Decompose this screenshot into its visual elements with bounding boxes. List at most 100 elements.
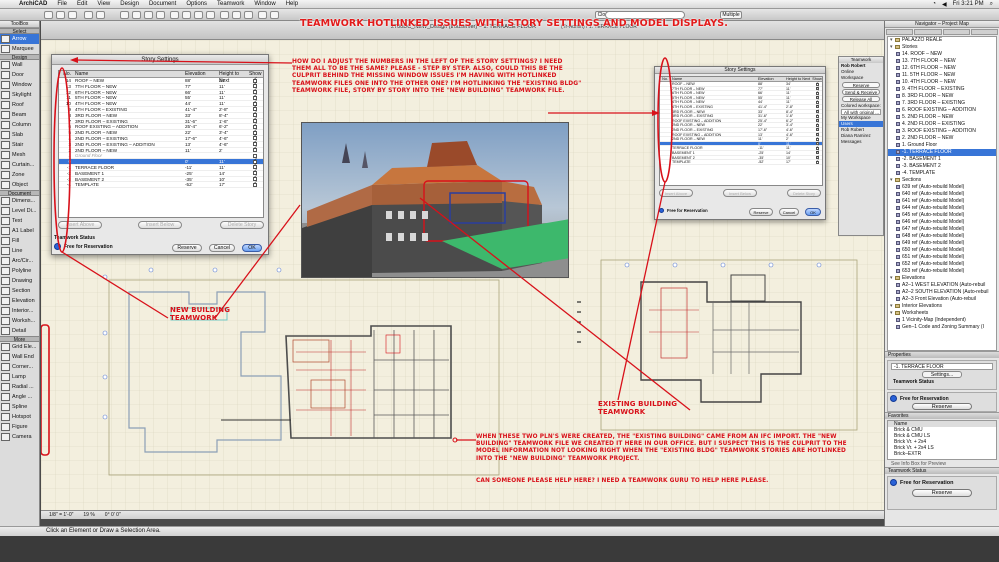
toolbar-button[interactable]	[182, 11, 191, 19]
properties-story-field[interactable]: -1. TERRACE FLOOR	[891, 363, 993, 370]
zoom-readout[interactable]: 19 %	[83, 512, 94, 518]
project-map-item[interactable]: 6. ROOF EXISTING – ADDITION	[888, 107, 996, 114]
project-map-item[interactable]: 652 ref (Auto-rebuild Model)	[888, 261, 996, 268]
delete-story-button[interactable]: Delete Story	[787, 189, 821, 197]
tool-stair[interactable]: Stair	[0, 140, 39, 150]
rotation-readout[interactable]: 0° 0' 0"	[105, 512, 121, 518]
delete-story-button[interactable]: Delete Story	[220, 221, 264, 229]
project-map-item[interactable]: 5. 2ND FLOOR – NEW	[888, 114, 996, 121]
tool-column[interactable]: Column	[0, 120, 39, 130]
project-map-item[interactable]: A2–2 SOUTH ELEVATION (Auto-rebuil	[888, 289, 996, 296]
tool-level-di[interactable]: Level Di...	[0, 206, 39, 216]
toolbar-button[interactable]	[194, 11, 203, 19]
tool-slab[interactable]: Slab	[0, 130, 39, 140]
project-map-item[interactable]: 1. Ground Floor	[888, 142, 996, 149]
project-map-item[interactable]: 12. 6TH FLOOR – NEW	[888, 65, 996, 72]
toolbar-button[interactable]	[220, 11, 229, 19]
project-map-item[interactable]: 647 ref (Auto-rebuild Model)	[888, 226, 996, 233]
project-map-item[interactable]: 648 ref (Auto-rebuild Model)	[888, 233, 996, 240]
tool-interior[interactable]: Interior...	[0, 306, 39, 316]
menu-app-name[interactable]: ArchiCAD	[14, 1, 52, 7]
toolbar-button[interactable]	[132, 11, 141, 19]
tool-arrow[interactable]: Arrow	[0, 34, 39, 44]
menu-window[interactable]: Window	[249, 1, 280, 7]
project-map-item[interactable]: ▾ PALAZZO REALE	[888, 37, 996, 44]
tool-grid-ele[interactable]: Grid Ele...	[0, 342, 39, 352]
tool-angle[interactable]: Angle ...	[0, 392, 39, 402]
show-checkbox[interactable]	[253, 146, 258, 153]
tool-arc-cir[interactable]: Arc/Cir...	[0, 256, 39, 266]
column-header-name[interactable]: Name	[670, 77, 758, 81]
project-map-item[interactable]: ▾ Stories	[888, 44, 996, 51]
favorites-header[interactable]: Favorites	[885, 412, 999, 419]
project-map-item[interactable]: 8. 3RD FLOOR – NEW	[888, 93, 996, 100]
project-map-item[interactable]: 2. 2ND FLOOR – NEW	[888, 135, 996, 142]
cancel-button[interactable]: Cancel	[209, 244, 235, 252]
tool-fill[interactable]: Fill	[0, 236, 39, 246]
tool-door[interactable]: Door	[0, 70, 39, 80]
insert-below-button[interactable]: Insert Below	[723, 189, 757, 197]
reserve-button[interactable]: Reserve	[172, 244, 202, 252]
ok-button[interactable]: OK	[242, 244, 262, 252]
menu-document[interactable]: Document	[144, 1, 181, 7]
project-map-item[interactable]: 651 ref (Auto-rebuild Model)	[888, 254, 996, 261]
project-map-item[interactable]: ▾ Worksheets	[888, 310, 996, 317]
column-header-height[interactable]: Height to Next	[219, 71, 249, 84]
project-map-item[interactable]: ▾ Elevations	[888, 275, 996, 282]
story-row[interactable]: -4 TEMPLATE -52' 17'	[59, 181, 263, 189]
project-map-item[interactable]: -2. BASEMENT 1	[888, 156, 996, 163]
project-map-item[interactable]: ▾ Interior Elevations	[888, 303, 996, 310]
menu-help[interactable]: Help	[281, 1, 303, 7]
properties-header[interactable]: Properties	[885, 351, 999, 358]
menu-view[interactable]: View	[92, 1, 115, 7]
project-map-item[interactable]: -3. BASEMENT 2	[888, 163, 996, 170]
tool-drawing[interactable]: Drawing	[0, 276, 39, 286]
clock[interactable]: Fri 3:21 PM	[953, 1, 984, 7]
insert-below-button[interactable]: Insert Below	[138, 221, 182, 229]
project-map-item[interactable]: -4. TEMPLATE	[888, 170, 996, 177]
project-map-tab[interactable]	[886, 29, 914, 35]
project-map-item[interactable]: 646 ref (Auto-rebuild Model)	[888, 219, 996, 226]
tool-elevation[interactable]: Elevation	[0, 296, 39, 306]
favorites-list[interactable]: Name Brick & CMU Brick & CMU LS Brick Vr. +…	[887, 420, 997, 460]
show-checkbox[interactable]	[815, 159, 819, 164]
project-map-item[interactable]: 641 ref (Auto-rebuild Model)	[888, 198, 996, 205]
tool-dimens[interactable]: Dimens...	[0, 196, 39, 206]
toolbar-button[interactable]	[44, 11, 53, 19]
volume-icon[interactable]: ◀	[942, 1, 947, 8]
project-map-item[interactable]: 645 ref (Auto-rebuild Model)	[888, 212, 996, 219]
project-map-item[interactable]: 13. 7TH FLOOR – NEW	[888, 58, 996, 65]
tool-worksh[interactable]: Worksh...	[0, 316, 39, 326]
tool-spline[interactable]: Spline	[0, 402, 39, 412]
tool-lamp[interactable]: Lamp	[0, 372, 39, 382]
teamwork-workspace[interactable]: Workspace	[839, 75, 883, 81]
toolbar-button[interactable]	[156, 11, 165, 19]
menu-options[interactable]: Options	[181, 1, 212, 7]
column-header-elevation[interactable]: Elevation	[185, 71, 219, 77]
project-map-item[interactable]: 1 Vicinity-Map (Independent)	[888, 317, 996, 324]
tool-beam[interactable]: Beam	[0, 110, 39, 120]
tool-hotspot[interactable]: Hotspot	[0, 412, 39, 422]
tool-marquee[interactable]: Marquee	[0, 44, 39, 54]
story-table-existing[interactable]: No. Name Elevation Height to Next Show R…	[659, 76, 823, 186]
project-map-item[interactable]: 640 ref (Auto-rebuild Model)	[888, 191, 996, 198]
project-map-item[interactable]: 11. 5TH FLOOR – NEW	[888, 72, 996, 79]
menu-design[interactable]: Design	[115, 1, 144, 7]
column-header-height[interactable]: Height to Next	[786, 77, 812, 81]
project-map-item[interactable]: 7. 3RD FLOOR – EXISTING	[888, 100, 996, 107]
project-map-item[interactable]: -1. TERRACE FLOOR	[888, 149, 996, 156]
toolbar-button[interactable]	[84, 11, 93, 19]
project-map-item[interactable]: A2–3 Front Elevation (Auto-rebuil	[888, 296, 996, 303]
tool-wall[interactable]: Wall	[0, 60, 39, 70]
tool-object[interactable]: Object	[0, 180, 39, 190]
cancel-button[interactable]: Cancel	[779, 208, 799, 216]
teamwork-status-header[interactable]: Teamwork Status	[885, 467, 999, 474]
project-map-item[interactable]: 653 ref (Auto-rebuild Model)	[888, 268, 996, 275]
tool-figure[interactable]: Figure	[0, 422, 39, 432]
story-table[interactable]: No. Name Elevation Height to Next Show 1…	[58, 70, 264, 218]
toolbar-button[interactable]	[56, 11, 65, 19]
project-map-item[interactable]: ▾ Sections	[888, 177, 996, 184]
scale-readout[interactable]: 1/8" = 1'-0"	[49, 512, 73, 518]
column-header-no[interactable]: No.	[59, 71, 73, 77]
project-map-item[interactable]: 4. 2ND FLOOR – EXISTING	[888, 121, 996, 128]
